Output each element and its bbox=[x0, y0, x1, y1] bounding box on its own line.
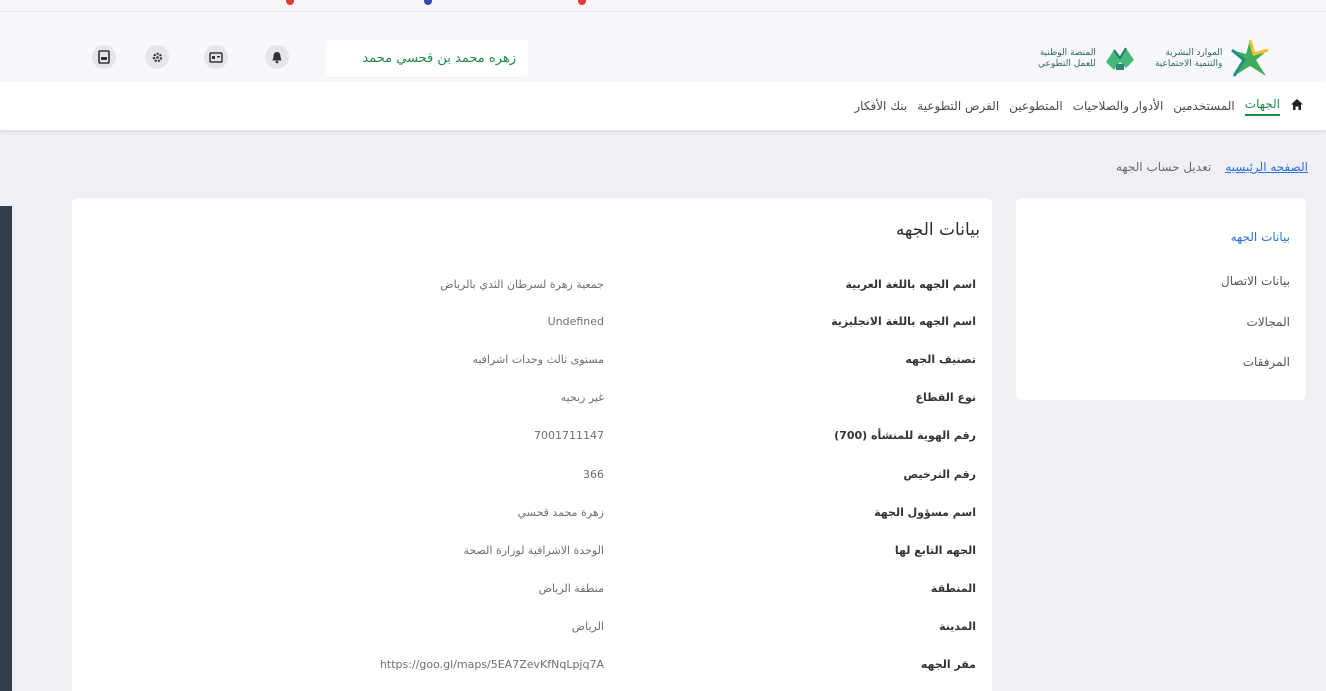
nav-item-volunteers[interactable]: المتطوعين bbox=[1009, 99, 1063, 113]
field-value: 366 bbox=[583, 468, 604, 481]
field-value-location-link[interactable]: https://goo.gl/maps/5EA7ZevKfNqLpjq7A bbox=[380, 658, 604, 671]
bell-icon[interactable] bbox=[265, 45, 289, 69]
field-value: غير ربحيه bbox=[560, 391, 604, 404]
logo-left-text: المنصة الوطنية للعمل التطوعي bbox=[1038, 48, 1096, 69]
volunteer-hands-logo-icon bbox=[1105, 47, 1134, 70]
nav-item-roles[interactable]: الأدوار والصلاحيات bbox=[1073, 99, 1164, 113]
home-icon[interactable] bbox=[1290, 97, 1304, 115]
sidebar-item-attachments[interactable]: المرفقات bbox=[1243, 355, 1290, 369]
breadcrumb-current: تعديل حساب الجهه bbox=[1115, 160, 1212, 174]
field-label: اسم الجهه باللغة الانجليزية bbox=[831, 315, 976, 328]
field-label: الجهه التابع لها bbox=[894, 544, 976, 557]
gear-icon[interactable] bbox=[145, 45, 169, 69]
field-label: رقم الترخيص bbox=[903, 468, 976, 481]
user-name: زهره محمد بن قحسي محمد bbox=[362, 50, 516, 66]
page-title: بيانات الجهه bbox=[895, 220, 980, 240]
browser-bookmark-strip bbox=[0, 0, 1326, 12]
national-volunteering-logo: المنصة الوطنية للعمل التطوعي bbox=[1038, 34, 1138, 84]
ministry-logo: الموارد البشرية والتنمية الاجتماعية bbox=[1155, 34, 1272, 84]
bookmark-dot-icon bbox=[286, 0, 294, 5]
logo-right-text: الموارد البشرية والتنمية الاجتماعية bbox=[1155, 48, 1223, 69]
breadcrumb: الصفحه الرئيسيه تعديل حساب الجهه bbox=[1116, 160, 1308, 174]
entity-details-card: بيانات الجهه اسم الجهه باللغة العربية جم… bbox=[72, 198, 992, 691]
nav-item-opportunities[interactable]: الفرص التطوعية bbox=[917, 99, 999, 113]
main-navigation: الجهات المستخدمين الأدوار والصلاحيات الم… bbox=[0, 82, 1326, 132]
field-value: مستوى ثالث وحدات اشرافيه bbox=[472, 353, 604, 366]
field-label: اسم مسؤول الجهة bbox=[874, 506, 976, 519]
sidebar-item-contact-data[interactable]: بيانات الاتصال bbox=[1221, 274, 1290, 288]
field-label: المنطقة bbox=[930, 582, 976, 595]
id-card-icon[interactable] bbox=[204, 45, 228, 69]
field-value: الرياض bbox=[571, 620, 604, 633]
field-value: Undefined bbox=[547, 315, 604, 328]
sidebar-item-fields[interactable]: المجالات bbox=[1247, 315, 1290, 329]
side-dark-bar bbox=[0, 206, 12, 691]
field-value: 7001711147 bbox=[534, 429, 604, 442]
field-label: رقم الهوية للمنشأه (700) bbox=[834, 429, 976, 442]
field-value: الوحدة الاشرافية لوزارة الصحة bbox=[463, 544, 605, 557]
user-name-box[interactable]: زهره محمد بن قحسي محمد bbox=[326, 40, 528, 76]
breadcrumb-home-link[interactable]: الصفحه الرئيسيه bbox=[1225, 160, 1308, 174]
document-icon[interactable] bbox=[92, 45, 116, 69]
field-label: اسم الجهه باللغة العربية bbox=[845, 278, 976, 291]
field-label: المدينة bbox=[939, 620, 976, 633]
nav-item-users[interactable]: المستخدمين bbox=[1173, 99, 1234, 113]
field-value: جمعية زهرة لسرطان الثدي بالرياض bbox=[440, 278, 604, 291]
app-header: زهره محمد بن قحسي محمد المنصة الوطنية لل… bbox=[0, 12, 1326, 82]
sidebar-item-entity-data[interactable]: بيانات الجهه bbox=[1231, 230, 1290, 244]
field-value: زهرة محمد قحسي bbox=[517, 506, 604, 519]
bookmark-dot-icon bbox=[578, 0, 586, 5]
field-value: منطقة الرياض bbox=[538, 582, 604, 595]
section-sidebar: بيانات الجهه بيانات الاتصال المجالات الم… bbox=[1016, 198, 1306, 400]
field-label: نوع القطاع bbox=[915, 391, 976, 404]
field-label: مقر الجهه bbox=[920, 658, 976, 671]
field-label: تصنيف الجهه bbox=[905, 353, 976, 366]
nav-item-ideas-bank[interactable]: بنك الأفكار bbox=[854, 99, 907, 113]
nav-item-entities[interactable]: الجهات bbox=[1244, 97, 1280, 116]
bookmark-dot-icon bbox=[424, 0, 432, 5]
ministry-emblem-icon bbox=[1231, 39, 1269, 77]
